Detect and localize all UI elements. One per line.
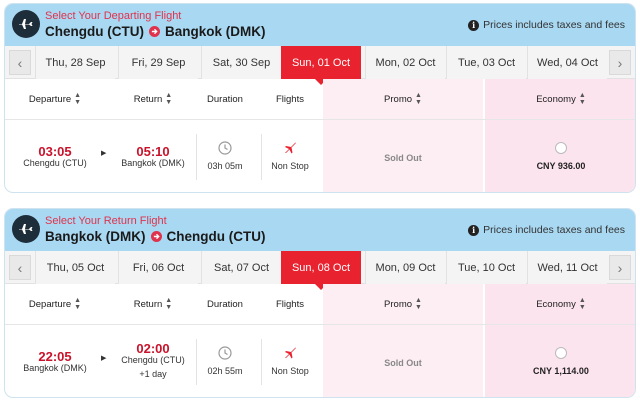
col-flights: Flights	[276, 298, 304, 310]
economy-price: CNY 936.00	[536, 161, 586, 171]
col-label: Return	[133, 298, 163, 310]
economy-price: CNY 1,114.00	[533, 366, 589, 376]
sort-promo[interactable]: Promo ▲ ▼	[323, 79, 483, 119]
date-tab[interactable]: Wed, 11 Oct	[527, 251, 607, 284]
economy-fare-radio[interactable]	[555, 142, 567, 154]
col-label: Economy	[536, 93, 576, 105]
col-label: Promo	[384, 298, 413, 310]
departing-date-bar: ‹ Thu, 28 Sep Fri, 29 Sep Sat, 30 Sep Su…	[5, 46, 635, 85]
col-label: Return	[133, 93, 163, 105]
info-icon: i	[468, 19, 480, 31]
sort-icon: ▲ ▼	[74, 297, 82, 311]
date-tab[interactable]: Mon, 09 Oct	[365, 251, 445, 284]
col-label: Departure	[28, 93, 72, 105]
promo-sold-out: Sold Out	[384, 153, 422, 163]
chevron-right-icon[interactable]: ›	[609, 50, 631, 75]
clock-icon	[195, 141, 255, 157]
departing-caption: Select Your Departing Flight	[45, 10, 182, 22]
flight-type: Non Stop	[271, 366, 309, 376]
duration-value: 03h 05m	[207, 161, 243, 171]
arrival-place: Chengdu (CTU)	[121, 355, 185, 365]
sort-promo[interactable]: Promo ▲ ▼	[323, 284, 483, 324]
sort-economy[interactable]: Economy ▲ ▼	[485, 79, 635, 119]
date-tab[interactable]: Fri, 06 Oct	[118, 251, 198, 284]
date-tab[interactable]: Thu, 05 Oct	[35, 251, 115, 284]
sort-departure[interactable]: Departure ▲ ▼	[15, 284, 95, 324]
date-tab[interactable]: Sat, 07 Oct	[201, 251, 281, 284]
arrival-next-day: +1 day	[139, 369, 167, 379]
departing-flight-panel: Select Your Departing Flight Chengdu (CT…	[4, 3, 636, 193]
sort-icon: ▲ ▼	[415, 297, 422, 311]
airplane-icon	[12, 10, 40, 38]
chevron-left-icon[interactable]: ‹	[9, 50, 31, 75]
chevron-left-icon[interactable]: ‹	[9, 255, 31, 280]
airplane-icon	[12, 215, 40, 243]
sort-return[interactable]: Return ▲ ▼	[113, 284, 193, 324]
sort-icon: ▲ ▼	[578, 297, 586, 311]
play-arrow-icon: ▶	[101, 355, 107, 362]
arrow-right-circle-icon	[150, 231, 162, 242]
col-label: Promo	[384, 93, 413, 105]
divider	[5, 324, 635, 325]
route-destination: Chengdu (CTU)	[166, 229, 266, 244]
sort-icon: ▲ ▼	[415, 92, 422, 106]
divider	[5, 119, 635, 120]
economy-fare-radio[interactable]	[555, 347, 567, 359]
sort-icon: ▲ ▼	[165, 92, 173, 106]
airplane-icon	[260, 141, 320, 157]
return-route: Bangkok (DMK) Chengdu (CTU)	[45, 229, 265, 244]
sort-icon: ▲ ▼	[578, 92, 586, 106]
sort-economy[interactable]: Economy ▲ ▼	[485, 284, 635, 324]
departure-time: 03:05	[38, 144, 72, 159]
arrival-time: 02:00	[136, 341, 170, 356]
date-tab[interactable]: Mon, 02 Oct	[365, 46, 445, 79]
price-note-text: Prices includes taxes and fees	[483, 224, 625, 236]
price-note: i Prices includes taxes and fees	[468, 224, 625, 236]
sort-departure[interactable]: Departure ▲ ▼	[15, 79, 95, 119]
date-tab[interactable]: Tue, 03 Oct	[446, 46, 526, 79]
date-tab[interactable]: Fri, 29 Sep	[118, 46, 198, 79]
col-label: Departure	[28, 298, 72, 310]
date-tab[interactable]: Sat, 30 Sep	[201, 46, 281, 79]
info-icon: i	[468, 224, 480, 236]
return-date-bar: ‹ Thu, 05 Oct Fri, 06 Oct Sat, 07 Oct Su…	[5, 251, 635, 290]
date-tab-selected[interactable]: Sun, 01 Oct	[281, 46, 361, 85]
flight-type: Non Stop	[271, 161, 309, 171]
sort-return[interactable]: Return ▲ ▼	[113, 79, 193, 119]
price-note: i Prices includes taxes and fees	[468, 19, 625, 31]
arrival-time: 05:10	[136, 144, 170, 159]
promo-sold-out: Sold Out	[384, 358, 422, 368]
date-tab[interactable]: Tue, 10 Oct	[446, 251, 526, 284]
duration-value: 02h 55m	[207, 366, 243, 376]
col-duration: Duration	[207, 298, 243, 310]
departure-place: Bangkok (DMK)	[23, 363, 87, 373]
arrow-right-circle-icon	[148, 26, 160, 37]
route-origin: Chengdu (CTU)	[45, 24, 144, 39]
col-label: Economy	[536, 298, 576, 310]
col-duration: Duration	[207, 93, 243, 105]
sort-icon: ▲ ▼	[165, 297, 173, 311]
departing-header: Select Your Departing Flight Chengdu (CT…	[5, 4, 635, 46]
date-tab[interactable]: Thu, 28 Sep	[35, 46, 115, 79]
departure-place: Chengdu (CTU)	[23, 158, 87, 168]
col-flights: Flights	[276, 93, 304, 105]
arrival-place: Bangkok (DMK)	[121, 158, 185, 168]
route-destination: Bangkok (DMK)	[164, 24, 266, 39]
price-note-text: Prices includes taxes and fees	[483, 19, 625, 31]
return-caption: Select Your Return Flight	[45, 215, 167, 227]
departure-time: 22:05	[38, 349, 72, 364]
date-tab[interactable]: Wed, 04 Oct	[527, 46, 607, 79]
clock-icon	[195, 346, 255, 362]
return-flight-panel: Select Your Return Flight Bangkok (DMK) …	[4, 208, 636, 398]
date-tab-selected[interactable]: Sun, 08 Oct	[281, 251, 361, 290]
return-header: Select Your Return Flight Bangkok (DMK) …	[5, 209, 635, 251]
chevron-right-icon[interactable]: ›	[609, 255, 631, 280]
airplane-icon	[260, 346, 320, 362]
sort-icon: ▲ ▼	[74, 92, 82, 106]
play-arrow-icon: ▶	[101, 150, 107, 157]
departing-route: Chengdu (CTU) Bangkok (DMK)	[45, 24, 265, 39]
route-origin: Bangkok (DMK)	[45, 229, 146, 244]
